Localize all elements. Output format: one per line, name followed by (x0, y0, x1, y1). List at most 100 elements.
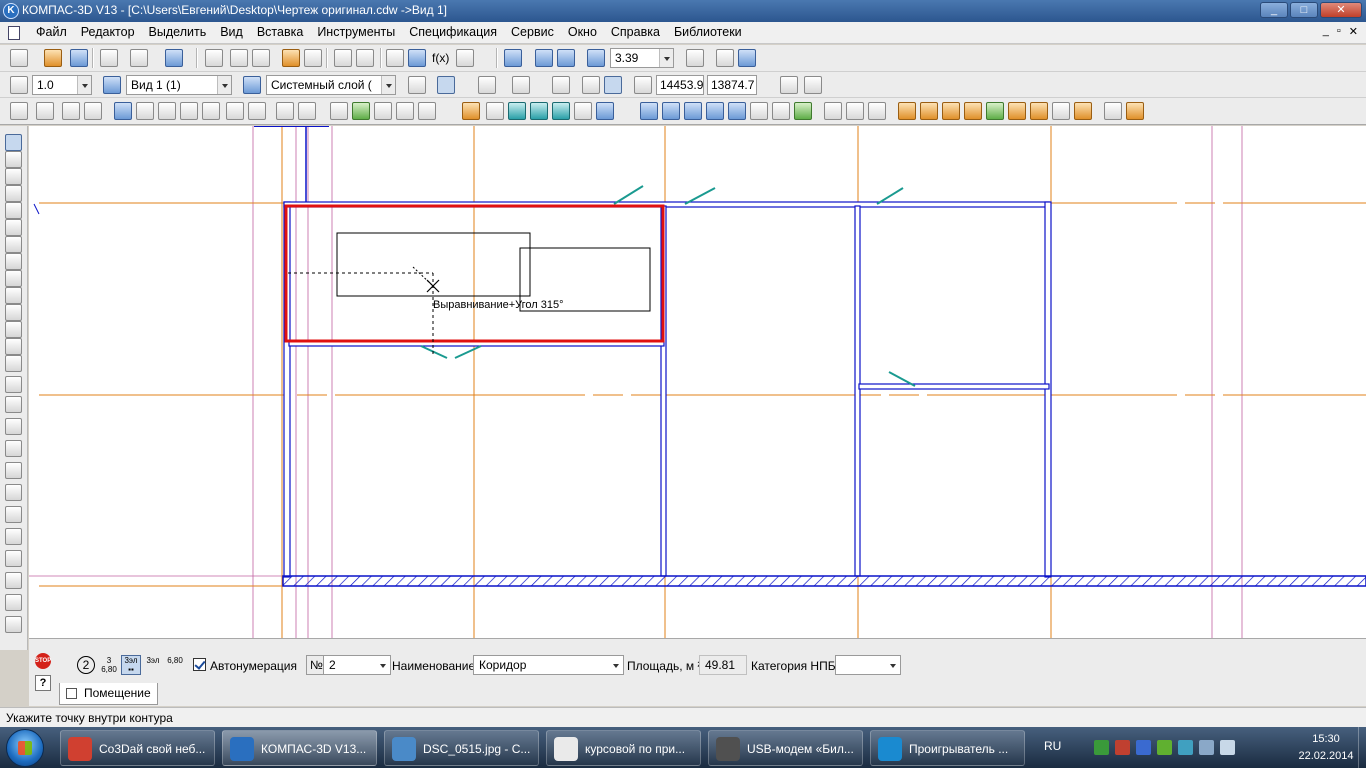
maximize-button[interactable]: □ (1290, 2, 1318, 18)
contour-tool-icon[interactable] (5, 506, 22, 523)
axis-grid-icon[interactable] (36, 102, 54, 120)
walls[interactable] (254, 126, 1366, 587)
axes-icon[interactable] (10, 102, 28, 120)
step-combo[interactable]: 1.0 (32, 75, 92, 95)
style-2-button[interactable]: 3эл ▪▪ (121, 655, 141, 675)
element-4-icon[interactable] (706, 102, 724, 120)
zoom-out-icon[interactable] (557, 49, 575, 67)
menu-item-4[interactable]: Вставка (257, 25, 303, 39)
associative-views-tool-icon[interactable] (5, 270, 22, 287)
furniture-4-icon[interactable] (1030, 102, 1048, 120)
drawing-svg[interactable]: Выравнивание+Угол 315° (29, 126, 1366, 638)
help-button[interactable]: ? (35, 675, 51, 691)
room-list-icon[interactable] (298, 102, 316, 120)
point-tool-icon[interactable] (5, 355, 22, 372)
measure-tool-icon[interactable] (5, 236, 22, 253)
opening-icon[interactable] (158, 102, 176, 120)
rectangle-tool-icon[interactable] (5, 616, 22, 633)
preview-icon[interactable] (130, 49, 148, 67)
wall-grid-icon[interactable] (62, 102, 80, 120)
taskbar-item-1[interactable]: КОМПАС-3D V13... (222, 730, 377, 766)
circle-number-button[interactable]: 2 (77, 656, 95, 674)
chamfer-tool-icon[interactable] (5, 572, 22, 589)
taskbar-item-4[interactable]: USB-модем «Бил... (708, 730, 863, 766)
number-combo[interactable]: 2 (323, 655, 391, 675)
hatch-icon[interactable] (330, 102, 348, 120)
arc-tool-icon[interactable] (5, 440, 22, 457)
element-3-icon[interactable] (684, 102, 702, 120)
designations-tool-icon[interactable] (5, 185, 22, 202)
arch-icon[interactable] (418, 102, 436, 120)
segment-tool-icon[interactable] (5, 396, 22, 413)
wall-mid-2[interactable] (854, 205, 861, 577)
show-all-icon[interactable] (716, 49, 734, 67)
fillet-tool-icon[interactable] (5, 594, 22, 611)
menu-item-2[interactable]: Выделить (149, 25, 207, 39)
element-2-icon[interactable] (662, 102, 680, 120)
element-1-icon[interactable] (640, 102, 658, 120)
cursor-step-icon[interactable] (10, 76, 28, 94)
stair-icon[interactable] (202, 102, 220, 120)
nurbs-tool-icon[interactable] (5, 484, 22, 501)
refresh-icon[interactable] (738, 49, 756, 67)
manager-icon[interactable] (165, 49, 183, 67)
name-combo[interactable]: Коридор (473, 655, 624, 675)
menu-item-0[interactable]: Файл (36, 25, 67, 39)
element-7-icon[interactable] (772, 102, 790, 120)
variables-icon[interactable] (408, 49, 426, 67)
vk-tray-icon[interactable] (1136, 740, 1151, 755)
report-icon[interactable] (846, 102, 864, 120)
notification-tray-icon[interactable] (1199, 740, 1214, 755)
library-tree-icon[interactable] (530, 102, 548, 120)
select-tool-icon[interactable] (5, 134, 22, 151)
antivirus-tray-icon[interactable] (1115, 740, 1130, 755)
wall-bottom-hatched[interactable] (282, 575, 1366, 587)
furniture-5-icon[interactable] (1074, 102, 1092, 120)
menu-item-3[interactable]: Вид (220, 25, 243, 39)
polyline-tool-icon[interactable] (5, 528, 22, 545)
niche-icon[interactable] (180, 102, 198, 120)
dimensions-tool-icon[interactable] (5, 168, 22, 185)
fragment-tool-icon[interactable] (5, 338, 22, 355)
zoom-window-icon[interactable] (504, 49, 522, 67)
library-folder-icon[interactable] (462, 102, 480, 120)
menu-item-8[interactable]: Окно (568, 25, 597, 39)
coordinates-icon[interactable] (634, 76, 652, 94)
network-tray-icon[interactable] (1094, 740, 1109, 755)
aux-line-tool-icon[interactable] (5, 376, 22, 393)
new-document-icon[interactable] (10, 49, 28, 67)
menu-item-5[interactable]: Инструменты (317, 25, 395, 39)
tab-room[interactable]: Помещение (59, 683, 158, 705)
element-6-icon[interactable] (750, 102, 768, 120)
fence-icon[interactable] (1104, 102, 1122, 120)
arrow-left-icon[interactable] (226, 102, 244, 120)
doc-restore-button[interactable]: ▫ (1337, 25, 1341, 38)
taskbar-item-5[interactable]: Проигрыватель ... (870, 730, 1025, 766)
element-8-icon[interactable] (794, 102, 812, 120)
menu-item-1[interactable]: Редактор (81, 25, 135, 39)
door-insert-icon[interactable] (136, 102, 154, 120)
paste-icon[interactable] (252, 49, 270, 67)
doors[interactable] (420, 185, 916, 387)
fill-icon[interactable] (374, 102, 392, 120)
fx-button[interactable]: f(x) (428, 48, 450, 68)
start-button[interactable] (6, 729, 44, 767)
document-text-icon[interactable] (868, 102, 886, 120)
cloud-icon[interactable] (1052, 102, 1070, 120)
zoom-combo[interactable]: 3.39 (610, 48, 674, 68)
menu-item-10[interactable]: Библиотеки (674, 25, 742, 39)
stop-command-button[interactable]: STOP (35, 653, 51, 669)
redo-icon[interactable] (356, 49, 374, 67)
column-icon[interactable] (84, 102, 102, 120)
selection-tool-icon[interactable] (5, 253, 22, 270)
reports-tool-icon[interactable] (5, 304, 22, 321)
layer-combo[interactable]: Системный слой ( (266, 75, 396, 95)
diamond-icon[interactable] (248, 102, 266, 120)
layers-manager-icon[interactable] (386, 49, 404, 67)
bolt-icon[interactable] (396, 102, 414, 120)
ortho-icon[interactable] (478, 76, 496, 94)
doc-close-button[interactable]: ✕ (1349, 25, 1358, 38)
orthogonal-mode-icon[interactable] (604, 76, 622, 94)
style-4-button[interactable]: 6,80 (165, 655, 185, 675)
open-folder-icon[interactable] (44, 49, 62, 67)
